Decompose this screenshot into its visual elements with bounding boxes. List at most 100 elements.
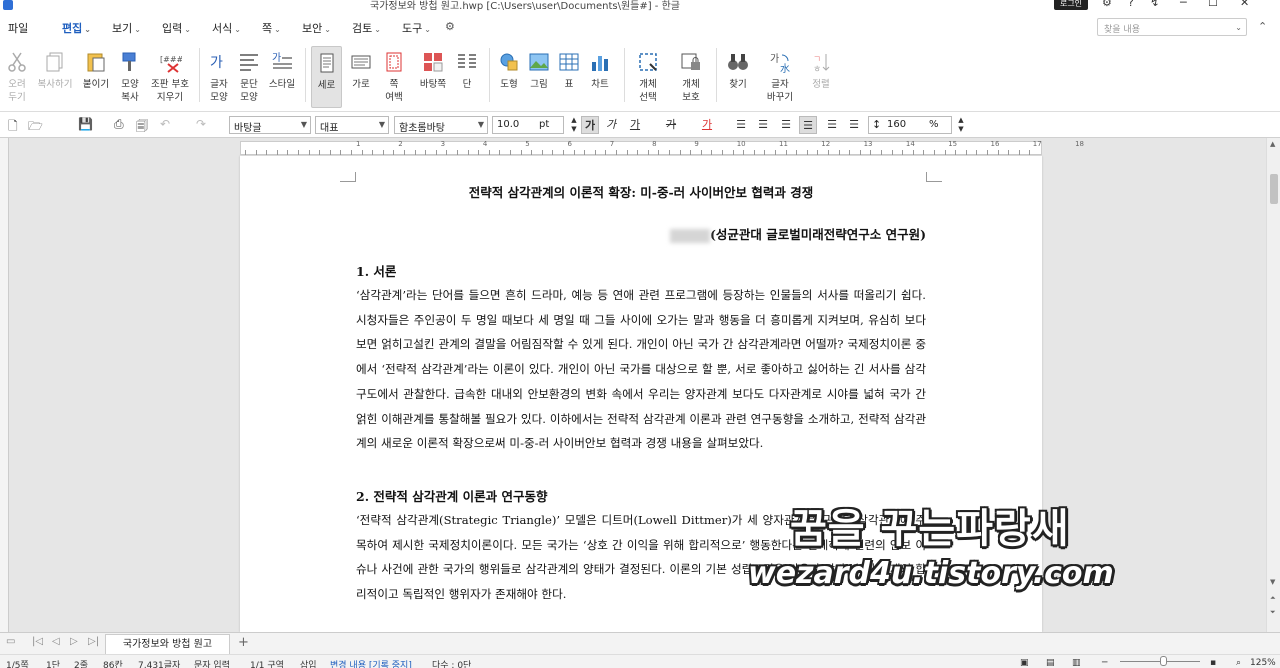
vertical-ruler (0, 138, 9, 632)
columns-button[interactable]: 단 (444, 46, 490, 108)
sort-button[interactable]: ㄱㅎ 정렬 (798, 46, 844, 108)
horizontal-ruler[interactable]: 1 2 3 4 5 6 7 8 9 10 11 12 13 14 15 16 17 18 (240, 140, 1084, 155)
window-title: 국가정보와 방첩 원고.hwp [C:\Users\user\Documents… (370, 1, 680, 12)
scroll-thumb[interactable] (1270, 174, 1278, 204)
vertical-scrollbar[interactable]: ▲ ▼ ⏶ ⏷ (1266, 138, 1280, 632)
distribute-icon[interactable]: ☰ (823, 116, 841, 134)
strikethrough-button[interactable]: 가 (662, 116, 680, 134)
status-page[interactable]: 1/5쪽 (6, 658, 29, 668)
settings-icon[interactable]: ⚙ (1102, 0, 1112, 9)
zoom-in-icon[interactable]: ▪ (1210, 658, 1216, 668)
add-tab-icon[interactable]: + (238, 635, 249, 650)
redo-icon[interactable]: ↷ (196, 117, 206, 131)
document-title: 전략적 삼각관계의 이론적 확장: 미-중-러 사이버안보 협력과 경쟁 (468, 185, 814, 200)
menu-insert[interactable]: 입력 ⌄ (162, 20, 191, 36)
object-select-button[interactable]: 개체 선택 (625, 46, 671, 108)
ribbon-toggle-icon[interactable]: ↯ (1150, 0, 1159, 9)
svg-text:ㅎ: ㅎ (813, 65, 821, 74)
zoom-icon[interactable]: ⌕ (1236, 658, 1241, 668)
minimize-icon[interactable]: ─ (1180, 0, 1187, 9)
prev-tab-icon[interactable]: ◁ (52, 636, 60, 647)
replace-button[interactable]: 가水 글자 바꾸기 (757, 46, 803, 108)
italic-button[interactable]: 가 (602, 116, 620, 134)
chart-button[interactable]: 차트 (577, 46, 623, 108)
menu-review[interactable]: 검토 ⌄ (352, 20, 381, 36)
justify-icon[interactable]: ☰ (732, 116, 750, 134)
maximize-icon[interactable]: ☐ (1208, 0, 1218, 9)
normal-view-icon[interactable]: ▣ (1020, 658, 1029, 668)
first-tab-icon[interactable]: |◁ (32, 636, 43, 647)
style-select[interactable]: 바탕글 ▼ (229, 116, 311, 134)
last-tab-icon[interactable]: ▷| (88, 636, 99, 647)
bold-button[interactable]: 가 (581, 116, 599, 134)
quick-tool-icon[interactable]: ⚙ (445, 20, 455, 33)
font-select[interactable]: 함초롬바탕 ▼ (394, 116, 488, 134)
menu-format[interactable]: 서식 ⌄ (212, 20, 241, 36)
close-icon[interactable]: ✕ (1240, 0, 1249, 9)
svg-text:가: 가 (210, 55, 223, 71)
format-painter-icon (122, 52, 136, 71)
login-button[interactable]: 로그인 (1054, 0, 1088, 10)
menu-bar: 파일 편집 ⌄ 보기 ⌄ 입력 ⌄ 서식 ⌄ 쪽 ⌄ 보안 ⌄ 검토 ⌄ 도구 ⌄ ⚙ 찾을 내… (0, 12, 1280, 44)
status-chars: 7,431글자 (138, 661, 181, 668)
menu-edit[interactable]: 편집 ⌄ (56, 20, 93, 44)
svg-text:水: 水 (780, 63, 790, 74)
open-folder-icon[interactable]: 🗁 (28, 117, 43, 138)
ruler-number: 3 (440, 140, 446, 148)
status-insert[interactable]: 삽입 (300, 658, 317, 668)
page-down-icon[interactable]: ⏷ (1270, 608, 1276, 617)
style-button[interactable]: 가 스타일 (259, 46, 305, 108)
style-icon: 가 (272, 52, 292, 69)
ruler-number: 17 (1032, 140, 1042, 148)
menu-tools[interactable]: 도구 ⌄ (402, 20, 431, 36)
line-spacing-stepper[interactable]: ▲ ▼ (952, 116, 970, 134)
language-select[interactable]: 대표 ▼ (315, 116, 389, 134)
menu-view[interactable]: 보기 ⌄ (112, 20, 141, 36)
master-page-icon (424, 53, 443, 72)
sort-icon: ㄱㅎ (813, 54, 830, 74)
page-view-icon[interactable]: ▥ (1072, 658, 1081, 668)
font-size-input[interactable]: 10.0 pt (492, 116, 564, 134)
ruler-number: 7 (609, 140, 615, 148)
chart-icon (592, 56, 608, 71)
status-zoom[interactable]: 125% (1250, 658, 1276, 668)
collapse-ribbon-icon[interactable]: ⌃ (1258, 20, 1267, 33)
chevron-down-icon: ⌄ (424, 25, 431, 34)
copy-button[interactable]: 복사하기 (32, 46, 78, 108)
portrait-icon (320, 53, 333, 73)
menu-security[interactable]: 보안 ⌄ (302, 20, 331, 36)
ruler-number: 10 (736, 140, 746, 148)
save-icon[interactable]: 💾 (78, 117, 93, 131)
status-track-changes[interactable]: 변경 내용 [기록 중지] (330, 658, 412, 668)
next-tab-icon[interactable]: ▷ (70, 636, 78, 647)
align-left-icon[interactable]: ☰ (754, 116, 772, 134)
object-protect-button[interactable]: 개체 보호 (668, 46, 714, 108)
ribbon: 오려 두기 복사하기 붙이기 모양 복사 [###] 조판 부호 지우기 가 글… (0, 42, 1280, 112)
align-right-icon[interactable]: ☰ (799, 116, 817, 134)
print-icon[interactable]: ⎙ (114, 117, 124, 132)
preview-icon[interactable]: 🗐 (136, 117, 148, 138)
divide-icon[interactable]: ☰ (845, 116, 863, 134)
scroll-down-icon[interactable]: ▼ (1270, 578, 1275, 586)
web-view-icon[interactable]: ▤ (1046, 658, 1055, 668)
help-icon[interactable]: ? (1128, 0, 1134, 9)
line-spacing-input[interactable]: ↕ 160% (868, 116, 952, 134)
new-document-icon[interactable]: 🗋 (8, 117, 18, 138)
menu-page[interactable]: 쪽 ⌄ (262, 20, 281, 36)
zoom-slider-handle[interactable] (1160, 656, 1167, 666)
zoom-out-icon[interactable]: ─ (1102, 658, 1107, 668)
find-button[interactable]: 찾기 (715, 46, 761, 108)
clear-codes-button[interactable]: [###] 조판 부호 지우기 (145, 46, 195, 108)
search-input[interactable]: 찾을 내용 ⌄ (1097, 18, 1247, 36)
menu-file[interactable]: 파일 (8, 20, 28, 36)
font-color-button[interactable]: 가 (698, 116, 716, 134)
undo-icon[interactable]: ↶ (160, 117, 170, 131)
svg-text:가: 가 (272, 52, 281, 64)
underline-button[interactable]: 가 (626, 116, 644, 134)
binoculars-icon (728, 54, 748, 70)
scroll-up-icon[interactable]: ▲ (1270, 140, 1275, 148)
document-list-icon[interactable]: ▭ (6, 636, 15, 647)
tab-document[interactable]: 국가정보와 방첩 원고 (105, 634, 230, 654)
align-center-icon[interactable]: ☰ (777, 116, 795, 134)
page-up-icon[interactable]: ⏶ (1270, 594, 1276, 603)
